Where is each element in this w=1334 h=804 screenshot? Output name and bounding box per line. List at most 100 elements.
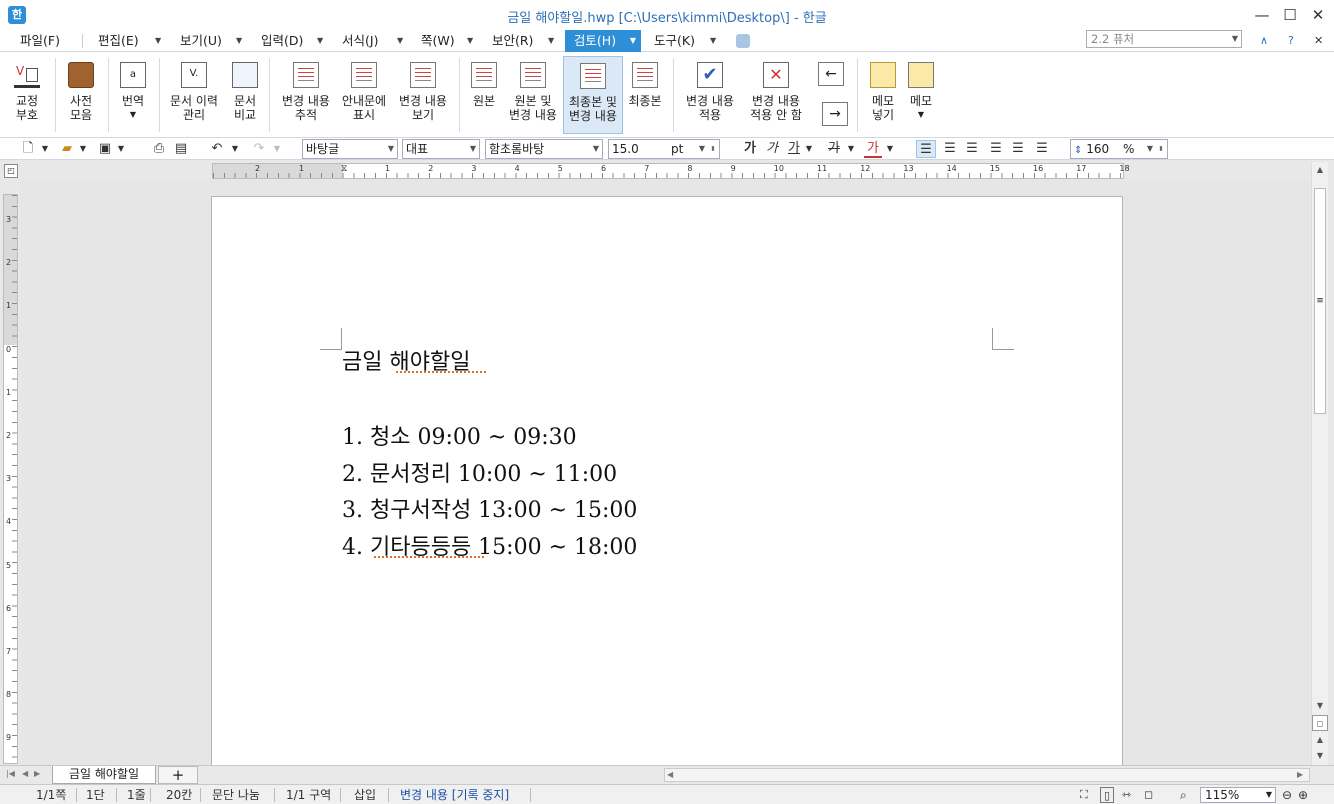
original-button[interactable]: 원본	[465, 56, 503, 134]
next-change-icon[interactable]: →	[822, 102, 848, 126]
menu-page[interactable]: 쪽(W)	[417, 30, 459, 52]
dictionary-button[interactable]: 사전 모음	[60, 56, 102, 134]
chevron-down-icon[interactable]: ▼	[804, 140, 814, 158]
strikethrough-button[interactable]: 가	[826, 140, 842, 158]
single-page-icon[interactable]: ◻	[1144, 787, 1153, 803]
status-section[interactable]: 1/1 구역	[286, 787, 331, 803]
chevron-down-icon[interactable]: ▼	[230, 140, 240, 158]
bold-button[interactable]: 가	[742, 140, 758, 158]
language-select[interactable]: 대표 ▼	[402, 139, 480, 159]
style-preset-select[interactable]: 2.2 퓨처 ▼	[1086, 30, 1242, 48]
print-icon[interactable]: ⎙	[150, 140, 168, 158]
chevron-down-icon[interactable]: ▼	[155, 30, 161, 52]
undo-icon[interactable]: ↶	[208, 140, 226, 158]
help-button[interactable]: ?	[1284, 30, 1298, 52]
previous-page-icon[interactable]: ▲	[1312, 732, 1328, 748]
chevron-down-icon[interactable]: ▼	[78, 140, 88, 158]
save-icon[interactable]: ▣	[96, 140, 114, 158]
document-line[interactable]: 3. 청구서작성 13:00 ~ 15:00	[342, 492, 637, 524]
underline-button[interactable]: 가	[786, 140, 802, 158]
ruler-corner-button[interactable]: ◰	[4, 164, 18, 178]
document-tab[interactable]: 금일 해야할일	[52, 766, 156, 784]
chevron-down-icon[interactable]: ▼	[548, 30, 554, 52]
chevron-down-icon[interactable]: ▼	[846, 140, 856, 158]
scroll-up-icon[interactable]: ▲	[1312, 162, 1328, 178]
translate-button[interactable]: a 번역 ▼	[113, 56, 153, 134]
final-button[interactable]: 최종본	[625, 56, 665, 134]
vertical-scrollbar[interactable]: ▲ ≡ ▼ ◻ ▲ ▼	[1311, 162, 1328, 766]
zoom-select[interactable]: 115% ▼	[1200, 787, 1276, 803]
extension-icon[interactable]	[736, 34, 750, 48]
chevron-down-icon[interactable]: ▼	[40, 140, 50, 158]
close-button[interactable]: ✕	[1304, 4, 1332, 26]
document-history-button[interactable]: V. 문서 이력 관리	[164, 56, 224, 134]
font-select[interactable]: 함초롬바탕 ▼	[485, 139, 603, 159]
status-page[interactable]: 1/1쪽	[36, 787, 66, 803]
collapse-ribbon-button[interactable]: ∧	[1256, 30, 1272, 52]
maximize-button[interactable]: ☐	[1276, 4, 1304, 26]
accept-changes-button[interactable]: ✔ 변경 내용 적용	[680, 56, 740, 134]
paragraph-style-select[interactable]: 바탕글 ▼	[302, 139, 398, 159]
menu-format[interactable]: 서식(J)	[338, 30, 382, 52]
first-tab-icon[interactable]: |◀	[6, 769, 15, 778]
track-changes-button[interactable]: 변경 내용 추적	[276, 56, 336, 134]
scroll-down-icon[interactable]: ▼	[1312, 698, 1328, 714]
chevron-down-icon[interactable]: ▼	[397, 30, 403, 52]
fit-page-icon[interactable]: ⛶	[1080, 787, 1088, 803]
page-view-icon[interactable]: ◻	[1312, 715, 1328, 731]
menu-edit[interactable]: 편집(E)	[94, 30, 143, 52]
scroll-right-icon[interactable]: ▶	[1297, 770, 1303, 779]
proofread-marks-button[interactable]: V 교정 부호	[6, 56, 48, 134]
zoom-in-icon[interactable]: ⊕	[1298, 787, 1308, 803]
view-changes-button[interactable]: 변경 내용 보기	[393, 56, 453, 134]
redo-icon[interactable]: ↷	[250, 140, 268, 158]
zoom-search-icon[interactable]: ⌕	[1180, 787, 1187, 803]
align-center-icon[interactable]: ☰	[962, 140, 982, 158]
document-line[interactable]: 2. 문서정리 10:00 ~ 11:00	[342, 456, 617, 488]
memo-button[interactable]: 메모 ▼	[902, 56, 940, 134]
align-left-icon[interactable]: ☰	[940, 140, 960, 158]
menu-security[interactable]: 보안(R)	[488, 30, 537, 52]
new-document-icon[interactable]: 🗋	[20, 140, 36, 158]
font-color-button[interactable]: 가	[864, 140, 882, 158]
original-and-changes-button[interactable]: 원본 및 변경 내용	[504, 56, 562, 134]
final-and-changes-button[interactable]: 최종본 및 변경 내용	[563, 56, 623, 134]
chevron-down-icon[interactable]: ▼	[116, 140, 126, 158]
document-compare-button[interactable]: 문서 비교	[226, 56, 264, 134]
indent-marker-icon[interactable]: ⧖	[341, 164, 347, 174]
minimize-button[interactable]: —	[1248, 4, 1276, 26]
chevron-down-icon[interactable]: ▼	[317, 30, 323, 52]
horizontal-ruler[interactable]: ⧖ 2 1 1 2 3 4 5 6 7 8 9 10 11 12 13 14 15 16 17 18	[212, 163, 1130, 179]
vertical-ruler[interactable]: 3 2 1 0 1 2 3 4 5 6 7 8 9	[3, 194, 18, 764]
show-in-balloons-button[interactable]: 안내문에 표시	[338, 56, 390, 134]
align-split-icon[interactable]: ☰	[1032, 140, 1052, 158]
open-folder-icon[interactable]: ▰	[58, 140, 76, 158]
menu-review[interactable]: 검토(H)	[565, 30, 625, 52]
chevron-down-icon[interactable]: ▼	[625, 30, 641, 52]
align-distribute-icon[interactable]: ☰	[1008, 140, 1028, 158]
chevron-down-icon[interactable]: ▼	[467, 30, 473, 52]
chevron-down-icon[interactable]: ▼	[885, 140, 895, 158]
previous-tab-icon[interactable]: ◀	[22, 769, 28, 778]
next-page-icon[interactable]: ▼	[1312, 748, 1328, 764]
chevron-down-icon[interactable]: ▼	[710, 30, 716, 52]
chevron-down-icon[interactable]: ▼	[236, 30, 242, 52]
chevron-down-icon[interactable]: ▼	[272, 140, 282, 158]
insert-memo-button[interactable]: 메모 넣기	[864, 56, 902, 134]
align-right-icon[interactable]: ☰	[986, 140, 1006, 158]
font-size-input[interactable]: 15.0 pt ▼ ⬍	[608, 139, 720, 159]
menu-file[interactable]: 파일(F)	[16, 30, 64, 52]
previous-change-icon[interactable]: ←	[818, 62, 844, 86]
align-justify-icon[interactable]: ☰	[916, 140, 936, 158]
zoom-out-icon[interactable]: ⊖	[1282, 787, 1292, 803]
add-tab-button[interactable]: +	[158, 766, 198, 784]
menu-input[interactable]: 입력(D)	[257, 30, 307, 52]
page-view-icon[interactable]: ▯	[1100, 787, 1114, 803]
horizontal-scrollbar[interactable]: ◀ ▶	[664, 768, 1310, 782]
menu-view[interactable]: 보기(U)	[176, 30, 226, 52]
line-spacing-input[interactable]: ⇕ 160 % ▼ ⬍	[1070, 139, 1168, 159]
scroll-left-icon[interactable]: ◀	[667, 770, 673, 779]
menu-tools[interactable]: 도구(K)	[650, 30, 699, 52]
document-line[interactable]: 1. 청소 09:00 ~ 09:30	[342, 419, 577, 451]
next-tab-icon[interactable]: ▶	[34, 769, 40, 778]
